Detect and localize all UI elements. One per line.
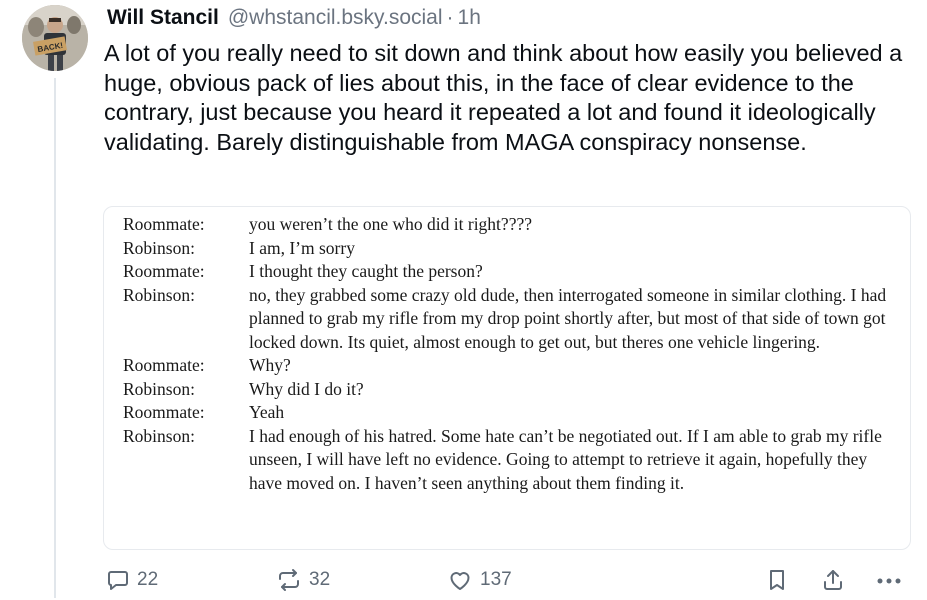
message: I am, I’m sorry: [249, 237, 355, 258]
share-button[interactable]: [821, 566, 845, 594]
author-handle[interactable]: @whstancil.bsky.social: [228, 6, 443, 30]
thread-line: [54, 78, 56, 598]
more-button[interactable]: [874, 566, 904, 594]
transcript-line: Robinson: I am, I’m sorry: [123, 237, 898, 261]
post-actions: 22 32 137: [104, 566, 914, 594]
message: Yeah: [249, 402, 285, 422]
message: Why?: [249, 355, 291, 375]
post: BACK! Will Stancil @whstancil.bsky.socia…: [0, 0, 927, 600]
transcript-line: Roommate: you weren’t the one who did it…: [123, 213, 898, 237]
more-icon: [874, 568, 904, 592]
author-name[interactable]: Will Stancil: [107, 6, 219, 30]
post-time[interactable]: 1h: [458, 6, 481, 30]
share-icon: [821, 568, 845, 592]
bookmark-button[interactable]: [766, 566, 788, 594]
reply-button[interactable]: 22: [106, 566, 158, 594]
transcript-line: Roommate: I thought they caught the pers…: [123, 260, 898, 284]
transcript-line: Robinson: no, they grabbed some crazy ol…: [123, 284, 898, 355]
speaker: Roommate:: [123, 355, 205, 375]
post-text: A lot of you really need to sit down and…: [104, 40, 903, 155]
reply-icon: [106, 568, 130, 592]
avatar[interactable]: BACK!: [22, 5, 88, 71]
speaker: Robinson:: [123, 425, 195, 446]
repost-button[interactable]: 32: [276, 566, 330, 594]
avatar-image: BACK!: [22, 5, 88, 71]
bookmark-icon: [766, 568, 788, 592]
transcript-line: Roommate: Why?: [123, 354, 898, 378]
message: I had enough of his hatred. Some hate ca…: [249, 425, 882, 493]
message: Why did I do it?: [249, 378, 364, 399]
heart-icon: [447, 568, 473, 592]
repost-count: 32: [309, 569, 331, 590]
speaker: Robinson:: [123, 378, 195, 399]
embedded-image[interactable]: Roommate: you weren’t the one who did it…: [103, 206, 911, 550]
message: no, they grabbed some crazy old dude, th…: [249, 284, 887, 352]
post-header: Will Stancil @whstancil.bsky.social · 1h: [107, 6, 481, 34]
transcript-line: Robinson: Why did I do it?: [123, 378, 898, 402]
speaker: Roommate:: [123, 261, 205, 281]
speaker: Roommate:: [123, 402, 205, 422]
speaker: Robinson:: [123, 237, 195, 258]
transcript-line: Roommate: Yeah: [123, 401, 898, 425]
message: you weren’t the one who did it right????: [249, 214, 532, 234]
separator: ·: [446, 6, 454, 29]
speaker: Roommate:: [123, 214, 205, 234]
like-button[interactable]: 137: [447, 566, 512, 594]
message: I thought they caught the person?: [249, 261, 483, 281]
repost-icon: [276, 568, 302, 592]
speaker: Robinson:: [123, 284, 195, 305]
reply-count: 22: [137, 569, 159, 590]
transcript: Roommate: you weren’t the one who did it…: [123, 213, 898, 495]
transcript-line: Robinson: I had enough of his hatred. So…: [123, 425, 898, 496]
like-count: 137: [480, 569, 512, 590]
